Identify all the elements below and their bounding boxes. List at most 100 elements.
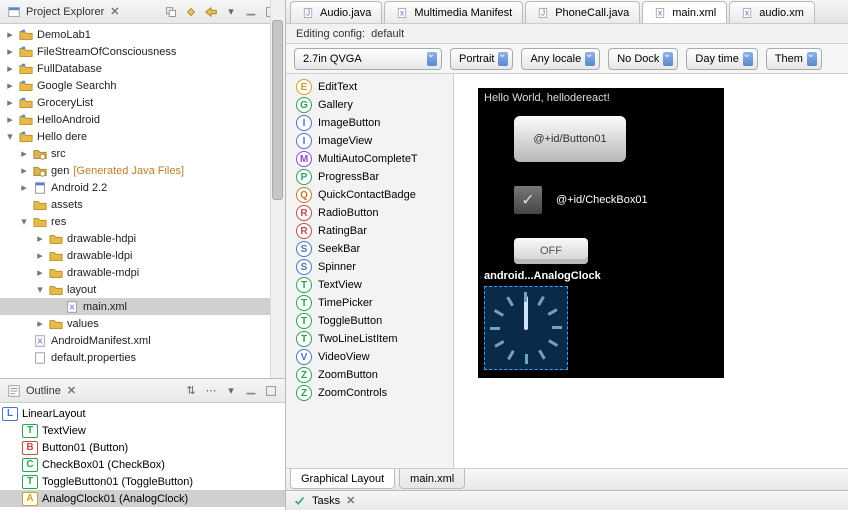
- palette-item[interactable]: RRadioButton: [286, 204, 453, 222]
- editor-tab[interactable]: xMultimedia Manifest: [384, 1, 523, 23]
- outline-icon: [6, 383, 22, 399]
- tree-item[interactable]: ▸drawable-mdpi: [0, 264, 285, 281]
- tree-item[interactable]: ▸xAndroidManifest.xml: [0, 332, 285, 349]
- widget-palette[interactable]: EEditTextGGalleryIImageButtonIImageViewM…: [286, 74, 454, 468]
- editor-tab[interactable]: JPhoneCall.java: [525, 1, 640, 23]
- palette-item[interactable]: PProgressBar: [286, 168, 453, 186]
- widget-icon: R: [296, 205, 312, 221]
- folder-icon: [48, 282, 64, 298]
- outline-item[interactable]: AAnalogClock01 (AnalogClock): [0, 490, 285, 507]
- widget-icon: S: [296, 241, 312, 257]
- palette-item[interactable]: MMultiAutoCompleteT: [286, 150, 453, 168]
- widget-icon: R: [296, 223, 312, 239]
- project-tree[interactable]: ▸DemoLab1▸FileStreamOfConsciousness▸Full…: [0, 24, 285, 378]
- tasks-title: Tasks: [312, 495, 340, 507]
- folder-icon: [48, 316, 64, 332]
- scrollbar[interactable]: [270, 0, 285, 378]
- palette-item[interactable]: ZZoomControls: [286, 384, 453, 402]
- svg-text:x: x: [38, 335, 43, 346]
- tree-item[interactable]: ▸values: [0, 315, 285, 332]
- outline-item[interactable]: TToggleButton01 (ToggleButton): [0, 473, 285, 490]
- collapse-all-icon[interactable]: [163, 4, 179, 20]
- tree-item[interactable]: ▸DemoLab1: [0, 26, 285, 43]
- view-menu-icon[interactable]: ▾: [223, 4, 239, 20]
- device-preview[interactable]: Hello World, hellodereact! @+id/Button01…: [478, 88, 724, 378]
- link-editor-icon[interactable]: [183, 4, 199, 20]
- tab-graphical-layout[interactable]: Graphical Layout: [290, 469, 395, 489]
- outline-item[interactable]: TTextView: [0, 422, 285, 439]
- resolution-select[interactable]: 2.7in QVGA: [294, 48, 442, 70]
- tree-item[interactable]: ▸drawable-hdpi: [0, 230, 285, 247]
- editor-tab[interactable]: JAudio.java: [290, 1, 382, 23]
- outline-sort-icon[interactable]: ⇅: [183, 383, 199, 399]
- dock-select[interactable]: No Dock: [608, 48, 678, 70]
- tree-item[interactable]: ▾res: [0, 213, 285, 230]
- focus-icon[interactable]: [203, 4, 219, 20]
- tree-item[interactable]: ▾layout: [0, 281, 285, 298]
- tree-item[interactable]: ▸drawable-ldpi: [0, 247, 285, 264]
- palette-item[interactable]: TToggleButton: [286, 312, 453, 330]
- widget-icon: T: [296, 295, 312, 311]
- editor-tab[interactable]: xaudio.xm: [729, 1, 815, 23]
- srcfolder-icon: [32, 163, 48, 179]
- tree-item[interactable]: ▸FullDatabase: [0, 60, 285, 77]
- tasks-close-icon[interactable]: ✕: [346, 494, 355, 507]
- tree-item[interactable]: ▸xmain.xml: [0, 298, 285, 315]
- tree-item[interactable]: ▸default.properties: [0, 349, 285, 366]
- preview-textview[interactable]: Hello World, hellodereact!: [484, 92, 610, 104]
- palette-item[interactable]: RRatingBar: [286, 222, 453, 240]
- project-icon: [18, 78, 34, 94]
- tree-item[interactable]: ▸gen[Generated Java Files]: [0, 162, 285, 179]
- palette-item[interactable]: TTwoLineListItem: [286, 330, 453, 348]
- palette-item[interactable]: ZZoomButton: [286, 366, 453, 384]
- palette-item[interactable]: GGallery: [286, 96, 453, 114]
- widget-icon: V: [296, 349, 312, 365]
- tasks-icon: [292, 493, 308, 509]
- file-icon: [32, 350, 48, 366]
- tree-item[interactable]: ▸Google Searchh: [0, 77, 285, 94]
- theme-select[interactable]: Them: [766, 48, 822, 70]
- palette-item[interactable]: SSpinner: [286, 258, 453, 276]
- outline-tree[interactable]: LLinearLayoutTTextViewBButton01 (Button)…: [0, 403, 285, 509]
- tree-item[interactable]: ▸HelloAndroid: [0, 111, 285, 128]
- svg-text:J: J: [541, 8, 545, 17]
- preview-checkbox[interactable]: ✓ @+id/CheckBox01: [514, 186, 648, 214]
- outline-close-icon[interactable]: ✕: [67, 384, 76, 397]
- tree-item[interactable]: ▸assets: [0, 196, 285, 213]
- outline-menu-icon[interactable]: ▾: [223, 383, 239, 399]
- tab-xml-source[interactable]: main.xml: [399, 469, 465, 489]
- outline-item[interactable]: BButton01 (Button): [0, 439, 285, 456]
- widget-icon: T: [296, 277, 312, 293]
- outline-minimize-icon[interactable]: [243, 383, 259, 399]
- editor-tab[interactable]: xmain.xml: [642, 1, 727, 23]
- outline-filter-icon[interactable]: ⋯: [203, 383, 219, 399]
- palette-item[interactable]: VVideoView: [286, 348, 453, 366]
- orientation-select[interactable]: Portrait: [450, 48, 513, 70]
- project-icon: [18, 27, 34, 43]
- palette-item[interactable]: EEditText: [286, 78, 453, 96]
- outline-item[interactable]: CCheckBox01 (CheckBox): [0, 456, 285, 473]
- xml-icon: x: [653, 6, 667, 20]
- preview-button[interactable]: @+id/Button01: [514, 116, 626, 162]
- tree-item[interactable]: ▸Android 2.2: [0, 179, 285, 196]
- palette-item[interactable]: SSeekBar: [286, 240, 453, 258]
- minimize-icon[interactable]: [243, 4, 259, 20]
- tree-item[interactable]: ▸GroceryList: [0, 94, 285, 111]
- palette-item[interactable]: IImageView: [286, 132, 453, 150]
- palette-item[interactable]: IImageButton: [286, 114, 453, 132]
- palette-item[interactable]: TTextView: [286, 276, 453, 294]
- palette-item[interactable]: TTimePicker: [286, 294, 453, 312]
- locale-select[interactable]: Any locale: [521, 48, 600, 70]
- preview-togglebutton[interactable]: OFF: [514, 238, 588, 264]
- view-close-icon[interactable]: ✕: [110, 5, 119, 18]
- preview-analogclock[interactable]: [484, 286, 568, 370]
- tree-item[interactable]: ▸src: [0, 145, 285, 162]
- daynight-select[interactable]: Day time: [686, 48, 757, 70]
- outline-maximize-icon[interactable]: [263, 383, 279, 399]
- tree-item[interactable]: ▾Hello dere: [0, 128, 285, 145]
- widget-icon: E: [296, 79, 312, 95]
- tree-item[interactable]: ▸FileStreamOfConsciousness: [0, 43, 285, 60]
- layout-canvas[interactable]: Hello World, hellodereact! @+id/Button01…: [454, 74, 848, 468]
- outline-root[interactable]: LLinearLayout: [0, 405, 285, 422]
- palette-item[interactable]: QQuickContactBadge: [286, 186, 453, 204]
